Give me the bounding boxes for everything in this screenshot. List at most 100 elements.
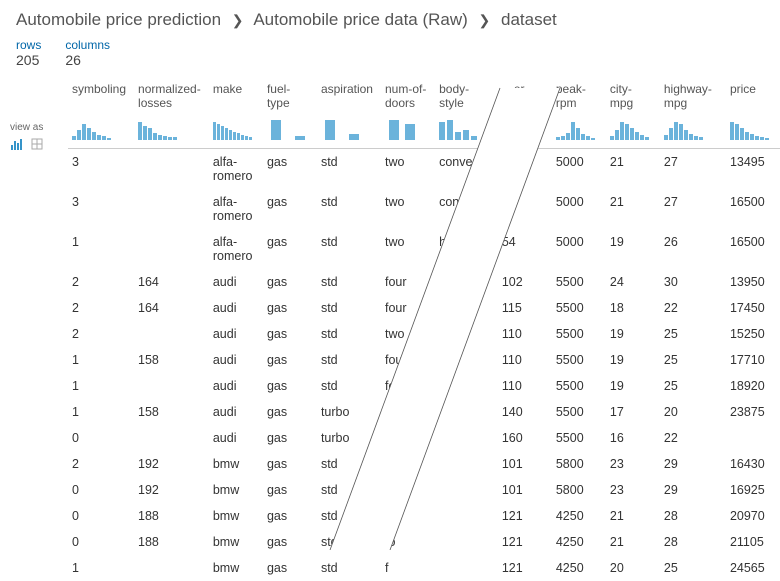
table-cell xyxy=(435,399,498,425)
table-cell: 4250 xyxy=(552,503,606,529)
table-cell: tw xyxy=(381,503,435,529)
table-cell: two xyxy=(381,321,435,347)
table-cell: 158 xyxy=(134,399,209,425)
table-cell: gas xyxy=(263,529,317,555)
col-header[interactable]: make xyxy=(209,78,263,116)
table-row[interactable]: 2audigasstdtwos1105500192515250 xyxy=(68,321,780,347)
breadcrumb-item[interactable]: Automobile price data (Raw) xyxy=(253,10,467,29)
col-header[interactable]: fuel-type xyxy=(263,78,317,116)
table-row[interactable]: 1audigasstdfour1105500192518920 xyxy=(68,373,780,399)
table-cell: std xyxy=(317,321,381,347)
table-row[interactable]: 0188bmwgasstdfo1214250212821105 xyxy=(68,529,780,555)
view-as-label: view as xyxy=(4,122,68,133)
col-header[interactable]: aspiration xyxy=(317,78,381,116)
table-cell: 1 xyxy=(68,555,134,581)
table-cell: gas xyxy=(263,451,317,477)
col-header[interactable]: symboling xyxy=(68,78,134,116)
table-row[interactable]: 2192bmwgasstdtwo1015800232916430 xyxy=(68,451,780,477)
col-header[interactable]: peak-rpm xyxy=(552,78,606,116)
table-row[interactable]: 1158audigasturbofour1405500172023875 xyxy=(68,399,780,425)
table-cell: gas xyxy=(263,189,317,229)
table-cell: two xyxy=(381,189,435,229)
table-cell: bmw xyxy=(209,451,263,477)
table-cell: gas xyxy=(263,149,317,190)
histogram-view-icon[interactable] xyxy=(10,137,26,151)
table-cell xyxy=(435,477,498,503)
table-cell: turbo xyxy=(317,399,381,425)
columns-value: 26 xyxy=(65,52,110,68)
table-row[interactable]: 1bmwgasstdf1214250202524565 xyxy=(68,555,780,581)
columns-label: columns xyxy=(65,38,110,52)
table-cell: 16430 xyxy=(726,451,780,477)
table-cell: 24 xyxy=(606,269,660,295)
table-cell: 25 xyxy=(660,555,726,581)
table-cell: gas xyxy=(263,477,317,503)
table-cell: 3 xyxy=(68,149,134,190)
table-cell: 23 xyxy=(606,477,660,503)
col-header[interactable]: highway-mpg xyxy=(660,78,726,116)
table-cell: 27 xyxy=(660,189,726,229)
table-row[interactable]: 3alfa-romerogasstdtwoconver5000212716500 xyxy=(68,189,780,229)
table-cell: bmw xyxy=(209,477,263,503)
grid-view-icon[interactable] xyxy=(30,137,46,151)
col-header[interactable]: body-style xyxy=(435,78,498,116)
table-cell: std xyxy=(317,451,381,477)
table-cell: 5500 xyxy=(552,295,606,321)
table-cell: 16 xyxy=(606,425,660,451)
breadcrumb-item[interactable]: Automobile price prediction xyxy=(16,10,221,29)
table-cell xyxy=(435,555,498,581)
table-cell: audi xyxy=(209,295,263,321)
table-cell: 164 xyxy=(134,295,209,321)
col-header[interactable]: city-mpg xyxy=(606,78,660,116)
table-cell: audi xyxy=(209,321,263,347)
table-row[interactable]: 3alfa-romerogasstdtwoconvertib5000212713… xyxy=(68,149,780,190)
table-cell: s xyxy=(435,321,498,347)
table-cell: 2 xyxy=(68,295,134,321)
table-cell: turbo xyxy=(317,425,381,451)
table-row[interactable]: 1158audigasstdfour1105500192517710 xyxy=(68,347,780,373)
table-cell: audi xyxy=(209,399,263,425)
table-row[interactable]: 2164audigasstdfourseda1025500243013950 xyxy=(68,269,780,295)
table-cell: 5500 xyxy=(552,373,606,399)
table-cell: gas xyxy=(263,321,317,347)
table-cell: bmw xyxy=(209,529,263,555)
table-row[interactable]: 1alfa-romerogasstdtwohatch54500019261650… xyxy=(68,229,780,269)
table-row[interactable]: 0192bmwgasstdfour1015800232916925 xyxy=(68,477,780,503)
table-cell xyxy=(134,149,209,190)
table-cell xyxy=(435,425,498,451)
table-cell: bmw xyxy=(209,503,263,529)
col-header[interactable]: num-of-doors xyxy=(381,78,435,116)
col-header[interactable]: normalized-losses xyxy=(134,78,209,116)
table-cell: 21 xyxy=(606,149,660,190)
table-cell: std xyxy=(317,149,381,190)
breadcrumb-item[interactable]: dataset xyxy=(501,10,557,29)
table-cell: gas xyxy=(263,555,317,581)
col-histogram xyxy=(134,116,209,149)
table-cell: 21105 xyxy=(726,529,780,555)
table-cell: 1 xyxy=(68,373,134,399)
table-cell: 27 xyxy=(660,149,726,190)
table-row[interactable]: 0audigasturbotwo16055001622 xyxy=(68,425,780,451)
table-cell: conver xyxy=(435,189,498,229)
rows-value: 205 xyxy=(16,52,41,68)
table-cell: two xyxy=(381,149,435,190)
table-cell: 18 xyxy=(606,295,660,321)
table-cell: 1 xyxy=(68,399,134,425)
table-cell: bmw xyxy=(209,555,263,581)
table-cell: 188 xyxy=(134,503,209,529)
data-table: symboling normalized-losses make fuel-ty… xyxy=(68,78,780,581)
table-cell: 25 xyxy=(660,373,726,399)
table-cell: gas xyxy=(263,295,317,321)
col-header[interactable]: …er xyxy=(498,78,552,116)
table-cell xyxy=(134,555,209,581)
table-cell: 102 xyxy=(498,269,552,295)
table-cell: 21 xyxy=(606,189,660,229)
table-cell: 54 xyxy=(498,229,552,269)
table-cell: 17 xyxy=(606,399,660,425)
table-row[interactable]: 2164audigasstdfourse1155500182217450 xyxy=(68,295,780,321)
col-header[interactable]: price xyxy=(726,78,780,116)
table-cell: four xyxy=(381,399,435,425)
table-row[interactable]: 0188bmwgasstdtw1214250212820970 xyxy=(68,503,780,529)
table-cell: 29 xyxy=(660,451,726,477)
histogram-row xyxy=(68,116,780,149)
